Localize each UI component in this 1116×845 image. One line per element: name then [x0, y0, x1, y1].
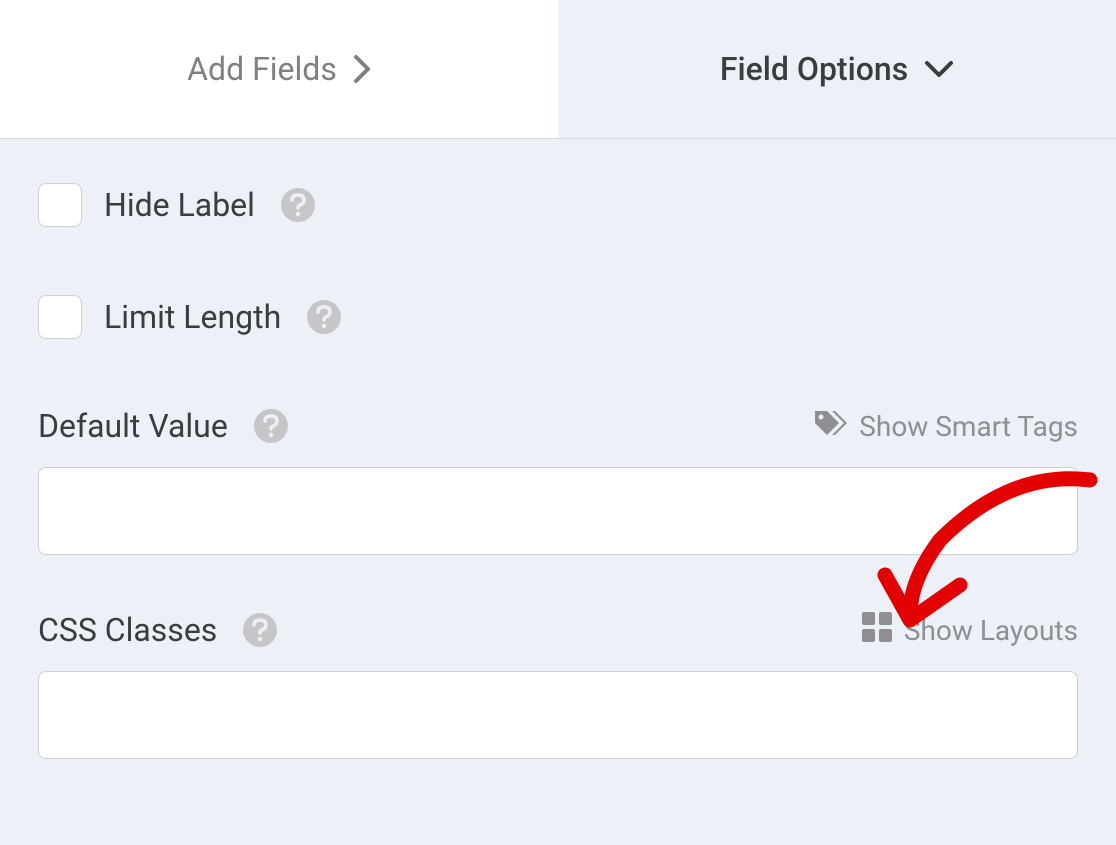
- help-icon[interactable]: [243, 613, 277, 647]
- help-icon[interactable]: [307, 300, 341, 334]
- hide-label-row: Hide Label: [38, 183, 1078, 227]
- grid-icon: [862, 612, 892, 649]
- show-smart-tags-label: Show Smart Tags: [859, 410, 1078, 443]
- css-classes-label: CSS Classes: [38, 611, 217, 649]
- hide-label-checkbox[interactable]: [38, 183, 82, 227]
- chevron-right-icon: [353, 54, 371, 84]
- tab-field-options[interactable]: Field Options: [558, 0, 1116, 138]
- show-layouts-label: Show Layouts: [904, 614, 1078, 647]
- hide-label-text: Hide Label: [104, 186, 255, 224]
- css-classes-label-left: CSS Classes: [38, 611, 277, 649]
- tags-icon: [813, 409, 847, 444]
- help-icon[interactable]: [281, 188, 315, 222]
- limit-length-row: Limit Length: [38, 295, 1078, 339]
- tabs-container: Add Fields Field Options: [0, 0, 1116, 138]
- show-smart-tags-button[interactable]: Show Smart Tags: [813, 409, 1078, 444]
- limit-length-checkbox[interactable]: [38, 295, 82, 339]
- tab-add-fields[interactable]: Add Fields: [0, 0, 558, 138]
- show-layouts-button[interactable]: Show Layouts: [862, 612, 1078, 649]
- default-value-label: Default Value: [38, 407, 228, 445]
- default-value-label-left: Default Value: [38, 407, 288, 445]
- chevron-down-icon: [924, 60, 954, 78]
- css-classes-label-row: CSS Classes Show Layouts: [38, 611, 1078, 649]
- limit-length-text: Limit Length: [104, 298, 281, 336]
- css-classes-input[interactable]: [38, 671, 1078, 759]
- default-value-input[interactable]: [38, 467, 1078, 555]
- tab-field-options-label: Field Options: [720, 50, 908, 88]
- tab-add-fields-label: Add Fields: [187, 50, 337, 88]
- help-icon[interactable]: [254, 409, 288, 443]
- options-panel: Hide Label Limit Length Default Value: [0, 138, 1116, 845]
- default-value-label-row: Default Value Show Smart Tags: [38, 407, 1078, 445]
